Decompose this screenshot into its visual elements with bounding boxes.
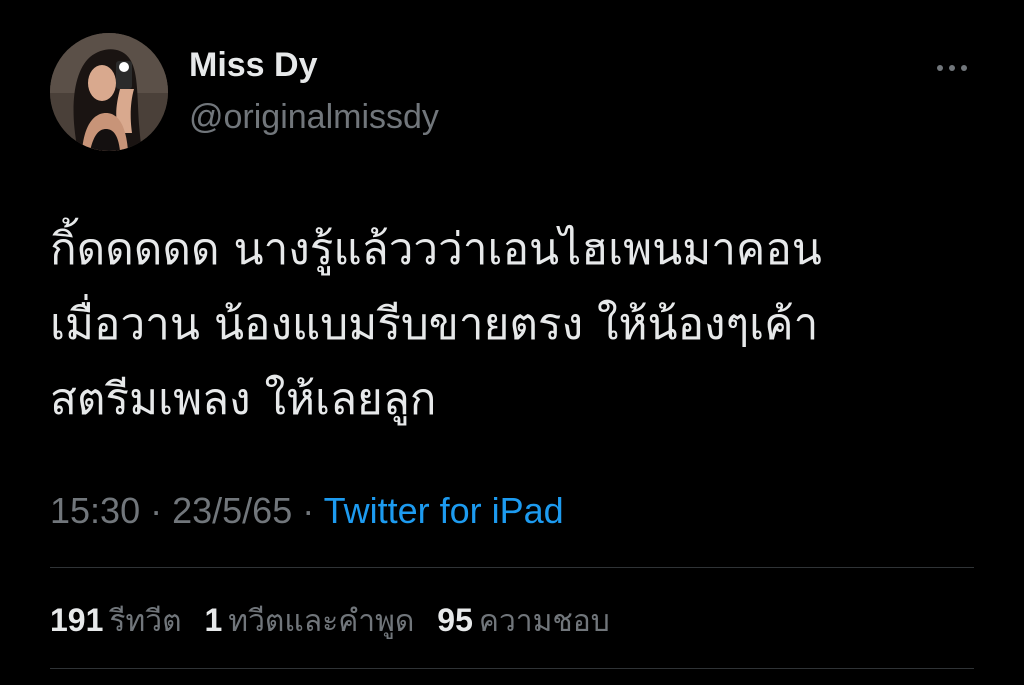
retweets-label: รีทวีต xyxy=(109,604,182,639)
meta-separator: · xyxy=(302,490,324,531)
likes-count: 95 xyxy=(437,602,473,638)
tweet-source-link[interactable]: Twitter for iPad xyxy=(324,490,564,531)
more-options-button[interactable] xyxy=(925,52,979,84)
tweet-text-line: เมื่อวาน น้องแบมรีบขายตรง ให้น้องๆเค้า xyxy=(50,299,819,350)
tweet-text-line: สตรีมเพลง ให้เลยลูก xyxy=(50,374,437,425)
author-handle[interactable]: @originalmissdy xyxy=(189,98,439,137)
meta-separator: · xyxy=(150,490,173,531)
tweet-text-line: กิ้ดดดดด นางรู้แล้ววว่าเอนไฮเพนมาคอน xyxy=(50,224,822,275)
divider xyxy=(50,668,974,669)
engagement-stats: 191 รีทวีต 1 ทวีตและคำพูด 95 ความชอบ xyxy=(50,598,624,645)
retweets-stat[interactable]: 191 รีทวีต xyxy=(50,598,182,645)
tweet-time[interactable]: 15:30 xyxy=(50,490,140,531)
avatar[interactable] xyxy=(50,33,168,151)
quotes-stat[interactable]: 1 ทวีตและคำพูด xyxy=(205,598,415,645)
divider xyxy=(50,567,974,568)
author-name[interactable]: Miss Dy xyxy=(189,46,318,85)
retweets-count: 191 xyxy=(50,602,104,638)
more-horizontal-icon xyxy=(937,65,967,71)
quotes-count: 1 xyxy=(204,602,223,638)
likes-stat[interactable]: 95 ความชอบ xyxy=(437,598,610,645)
quotes-label: ทวีตและคำพูด xyxy=(228,604,415,639)
tweet-detail: Miss Dy @originalmissdy กิ้ดดดดด นางรู้แ… xyxy=(0,0,1024,685)
tweet-date[interactable]: 23/5/65 xyxy=(172,490,292,531)
tweet-text: กิ้ดดดดด นางรู้แล้ววว่าเอนไฮเพนมาคอน เมื… xyxy=(50,212,980,437)
tweet-metadata: 15:30 · 23/5/65 · Twitter for iPad xyxy=(50,490,564,532)
profile-photo-icon xyxy=(50,33,168,151)
likes-label: ความชอบ xyxy=(478,604,610,639)
